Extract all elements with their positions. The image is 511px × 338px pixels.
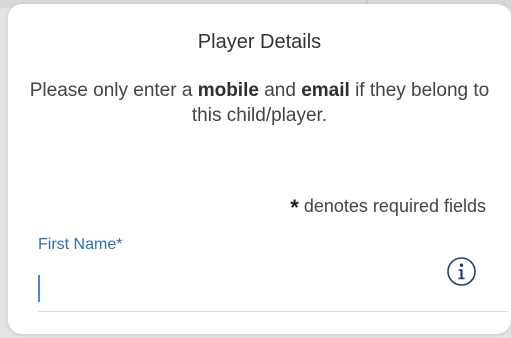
info-icon[interactable] <box>446 256 477 287</box>
player-details-modal: Player Details Please only enter a mobil… <box>8 4 511 334</box>
first-name-underline <box>38 311 508 312</box>
instruction-email-emphasis: email <box>301 80 350 101</box>
instruction-middle: and <box>258 80 302 101</box>
instruction-text: Please only enter a mobile and email if … <box>28 78 491 128</box>
required-fields-note: * denotes required fields <box>290 194 486 220</box>
modal-title: Player Details <box>197 31 322 53</box>
text-caret <box>38 275 40 302</box>
instruction-mobile-emphasis: mobile <box>197 80 259 101</box>
required-asterisk: * <box>290 195 299 220</box>
first-name-input[interactable] <box>38 270 438 304</box>
first-name-label: First Name* <box>38 236 123 253</box>
instruction-prefix: Please only enter a <box>29 80 198 101</box>
required-note-text: denotes required fields <box>303 196 486 216</box>
